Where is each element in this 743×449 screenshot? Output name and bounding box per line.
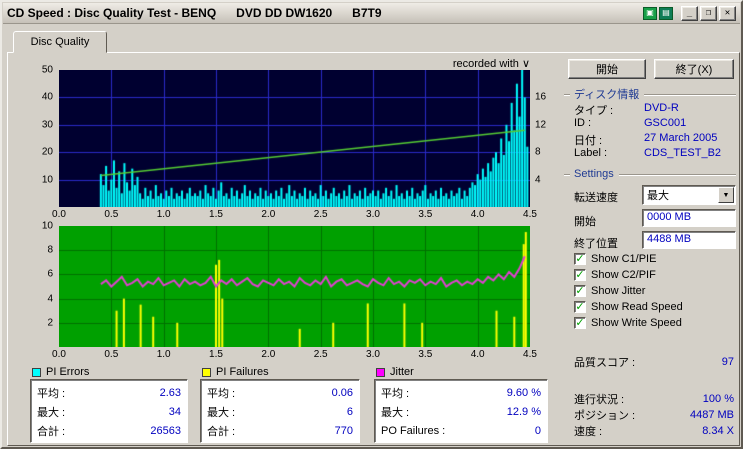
stat-value: 34 [169,406,181,418]
check-icon: ✓ [574,301,586,313]
end-position-label: 終了位置 [574,235,618,251]
recorded-with-note: recorded with ∨ [332,57,530,70]
disc-date-value: 27 March 2005 [644,132,717,144]
stat-label: 平均 : [37,385,65,401]
progress-label: 進行状況 : [574,391,624,407]
group-rule [644,94,736,95]
stat-label: 最大 : [37,404,65,420]
tab-label: Disc Quality [31,36,90,48]
window: CD Speed : Disc Quality Test - BENQ DVD … [0,0,743,449]
settings-group-title: Settings [564,168,736,180]
check-icon: ✓ [574,269,586,281]
checkbox-show-c1-pie[interactable]: ✓ Show C1/PIE [574,253,656,265]
speed-select-value: 最大 [643,187,717,203]
speed-row: 速度 : 8.34 X [574,423,734,439]
stat-value: 2.63 [160,387,181,399]
stat-value: 0.06 [332,387,353,399]
jitter-swatch [376,368,385,377]
pi-failures-stats: 平均 : 0.06 最大 : 6 合計 : 770 [200,379,360,443]
check-icon: ✓ [574,253,586,265]
position-value: 4487 MB [690,409,734,421]
disc-type-value: DVD-R [644,102,679,114]
speed-value: 8.34 X [702,425,734,437]
stat-value: 12.9 % [507,406,541,418]
checkbox-label: Show Read Speed [591,301,683,313]
group-rule [564,94,570,95]
check-icon: ✓ [574,285,586,297]
stat-value: 9.60 % [507,387,541,399]
stat-label: 平均 : [207,385,235,401]
disc-date-label: 日付 : [574,132,602,148]
titlebar-app-icon-1: ▣ [643,7,657,20]
maximize-button[interactable]: ❐ [700,6,717,21]
position-label: ポジション : [574,407,635,423]
progress-value: 100 % [703,393,734,405]
position-row: ポジション : 4487 MB [574,407,734,423]
check-icon: ✓ [574,317,586,329]
checkbox-show-read-speed[interactable]: ✓ Show Read Speed [574,301,683,313]
stat-label: 最大 : [381,404,409,420]
speed-label: 速度 : [574,423,602,439]
checkbox-label: Show C2/PIF [591,269,656,281]
stat-label: 最大 : [207,404,235,420]
stat-label: 合計 : [207,423,235,439]
quality-score-value: 97 [722,356,734,368]
pi-errors-stats: 平均 : 2.63 最大 : 34 合計 : 26563 [30,379,188,443]
checkbox-label: Show Write Speed [591,317,682,329]
start-button[interactable]: 開始 [568,59,646,79]
disc-type-label: タイプ : [574,102,613,118]
disc-id-value: GSC001 [644,117,686,129]
stat-label: 平均 : [381,385,409,401]
stat-value: 770 [335,425,353,437]
jitter-chart [59,226,530,347]
progress-row: 進行状況 : 100 % [574,391,734,407]
pi-errors-swatch [32,368,41,377]
stat-label: PO Failures : [381,425,445,437]
speed-select-label: 転送速度 [574,189,618,205]
stat-value: 0 [535,425,541,437]
pi-errors-title: PI Errors [46,366,89,378]
pi-failures-title: PI Failures [216,366,269,378]
checkbox-label: Show C1/PIE [591,253,656,265]
checkbox-show-write-speed[interactable]: ✓ Show Write Speed [574,317,682,329]
jitter-legend: Jitter [376,366,414,378]
minimize-button[interactable]: _ [681,6,698,21]
end-position-field[interactable]: 4488 MB [642,231,736,249]
start-position-label: 開始 [574,213,596,229]
jitter-stats: 平均 : 9.60 % 最大 : 12.9 % PO Failures : 0 [374,379,548,443]
titlebar-app-icon-2: ▤ [659,7,673,20]
disc-label-value: CDS_TEST_B2 [644,147,721,159]
tab-disc-quality[interactable]: Disc Quality [13,31,107,53]
disc-info-group-title: ディスク情報 [564,86,736,102]
exit-button[interactable]: 終了(X) [654,59,734,79]
settings-title: Settings [574,168,614,180]
pi-errors-legend: PI Errors [32,366,89,378]
pi-failures-legend: PI Failures [202,366,269,378]
start-button-label: 開始 [596,61,618,77]
chevron-down-icon[interactable]: ▼ [718,187,734,203]
stat-label: 合計 : [37,423,65,439]
quality-score-label: 品質スコア : [574,354,635,370]
stat-value: 26563 [150,425,181,437]
pi-failures-swatch [202,368,211,377]
checkbox-show-c2-pif[interactable]: ✓ Show C2/PIF [574,269,656,281]
disc-info-title: ディスク情報 [574,86,639,102]
checkbox-show-jitter[interactable]: ✓ Show Jitter [574,285,645,297]
checkbox-label: Show Jitter [591,285,645,297]
title-bar: CD Speed : Disc Quality Test - BENQ DVD … [3,3,740,24]
start-position-field[interactable]: 0000 MB [642,209,736,227]
pi-errors-chart [59,70,530,207]
stat-value: 6 [347,406,353,418]
quality-score-row: 品質スコア : 97 [574,354,734,370]
exit-button-label: 終了(X) [676,61,713,77]
close-button[interactable]: ✕ [719,6,736,21]
group-rule [619,174,736,175]
disc-id-label: ID : [574,117,591,129]
group-rule [564,174,570,175]
speed-select[interactable]: 最大 ▼ [642,185,736,205]
window-title: CD Speed : Disc Quality Test - BENQ DVD … [7,6,643,20]
jitter-title: Jitter [390,366,414,378]
disc-label-label: Label : [574,147,607,159]
